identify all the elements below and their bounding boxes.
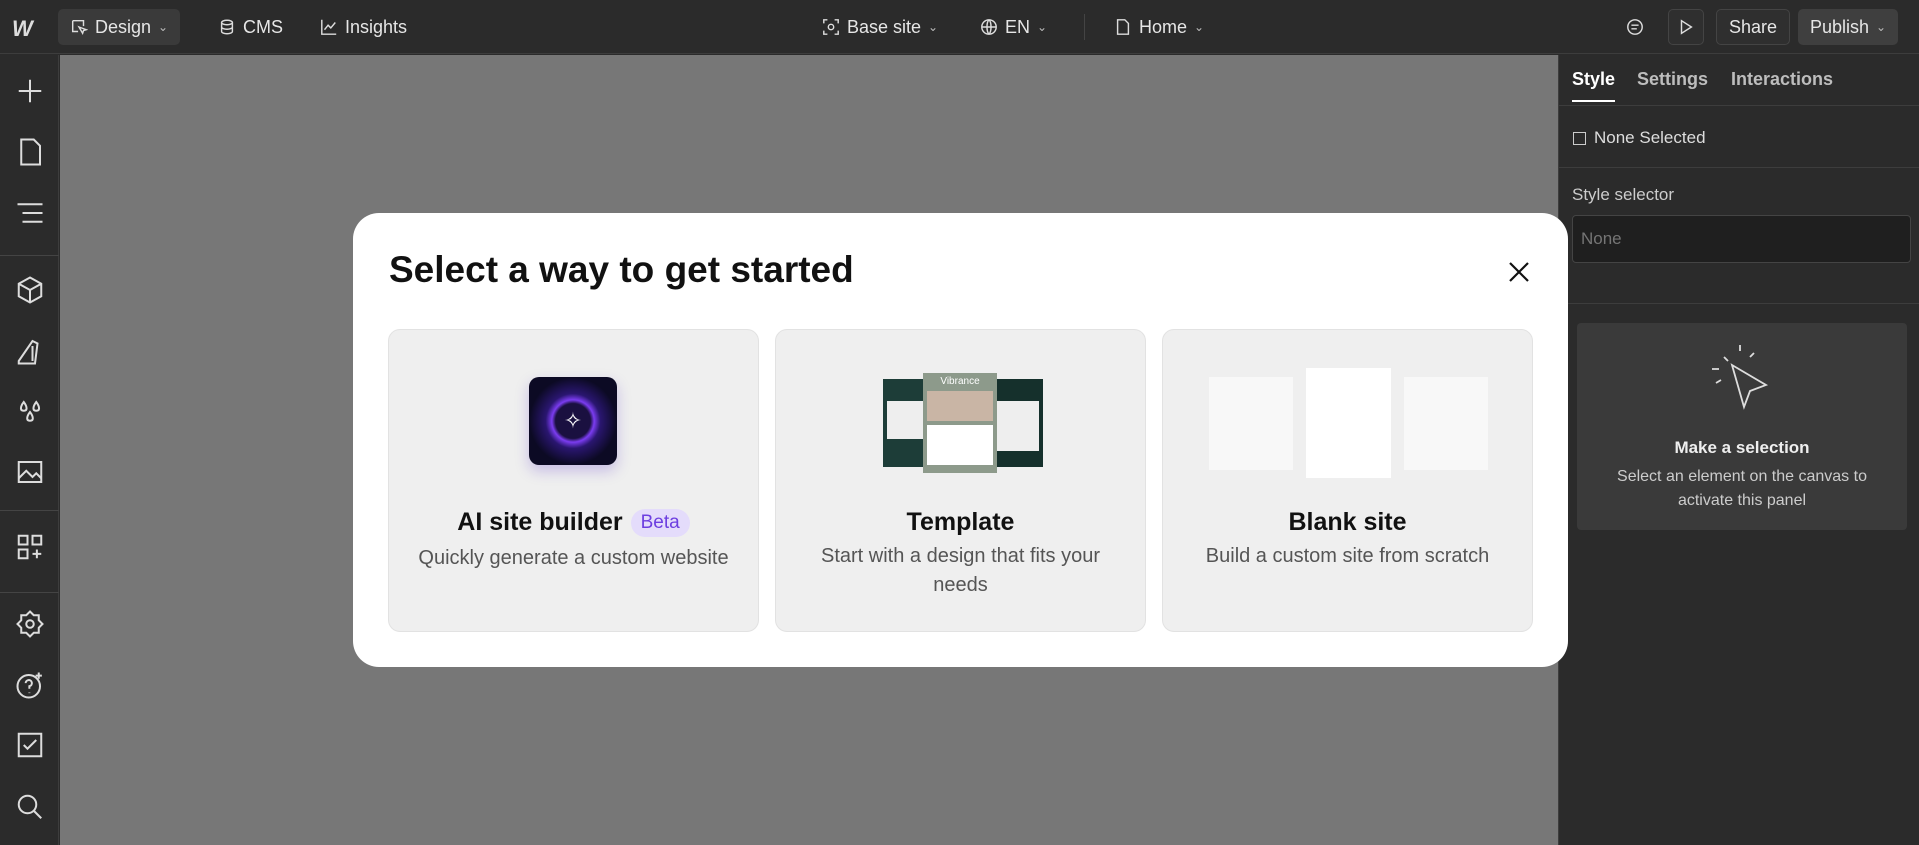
settings-icon[interactable] bbox=[14, 608, 46, 640]
ai-site-builder-card[interactable]: ✧ AI site builder Beta Quickly generate a… bbox=[388, 329, 759, 632]
card-description: Quickly generate a custom website bbox=[418, 547, 729, 569]
selection-indicator: None Selected bbox=[1573, 128, 1706, 148]
design-mode-button[interactable]: Design ⌄ bbox=[58, 9, 181, 45]
divider bbox=[0, 592, 59, 593]
divider bbox=[1559, 303, 1919, 304]
checklist-icon[interactable] bbox=[14, 729, 46, 761]
template-thumbnails: Vibrance bbox=[883, 373, 1043, 473]
pages-icon[interactable] bbox=[14, 136, 46, 168]
globe-icon bbox=[981, 19, 997, 35]
blank-page-illustration bbox=[1306, 368, 1391, 478]
divider bbox=[0, 510, 59, 511]
card-title: AI site builder bbox=[457, 508, 623, 536]
get-started-modal: Select a way to get started ✧ AI site bu… bbox=[353, 213, 1568, 667]
navigator-icon[interactable] bbox=[14, 197, 46, 229]
add-icon[interactable] bbox=[14, 75, 46, 107]
locale-dropdown[interactable]: EN ⌄ bbox=[968, 9, 1059, 45]
divider bbox=[1559, 167, 1919, 168]
blank-site-card[interactable]: Blank site Build a custom site from scra… bbox=[1162, 329, 1533, 632]
divider bbox=[1559, 105, 1919, 106]
modal-title: Select a way to get started bbox=[389, 249, 854, 290]
webflow-logo-icon[interactable]: W bbox=[12, 16, 33, 42]
selection-title: Make a selection bbox=[1674, 438, 1810, 457]
breakpoint-icon bbox=[823, 19, 839, 35]
tab-style[interactable]: Style bbox=[1572, 69, 1616, 102]
variables-icon[interactable] bbox=[14, 396, 46, 428]
base-site-dropdown[interactable]: Base site ⌄ bbox=[810, 9, 950, 45]
template-thumb-title: Vibrance bbox=[940, 376, 980, 387]
chevron-down-icon: ⌄ bbox=[1876, 20, 1887, 34]
publish-button[interactable]: Publish ⌄ bbox=[1798, 9, 1899, 45]
page-icon bbox=[1116, 19, 1130, 35]
help-icon[interactable] bbox=[14, 669, 46, 701]
ai-sparkle-icon: ✧ bbox=[529, 377, 617, 465]
design-label: Design bbox=[95, 16, 152, 37]
insights-button[interactable]: Insights bbox=[308, 9, 419, 45]
chevron-down-icon: ⌄ bbox=[1194, 20, 1205, 34]
divider bbox=[0, 255, 59, 256]
preview-button[interactable] bbox=[1668, 9, 1704, 45]
checkbox-icon bbox=[1573, 131, 1586, 145]
cursor-click-icon bbox=[1712, 345, 1769, 410]
blank-page-illustration bbox=[1404, 377, 1488, 470]
card-description: Start with a design that fits your needs bbox=[820, 545, 1101, 596]
tab-settings[interactable]: Settings bbox=[1637, 69, 1708, 100]
left-toolbar bbox=[0, 55, 59, 845]
card-title: Blank site bbox=[1288, 508, 1407, 536]
page-label: Home bbox=[1139, 16, 1188, 37]
play-icon bbox=[1680, 19, 1693, 35]
card-description: Build a custom site from scratch bbox=[1205, 545, 1490, 567]
template-card[interactable]: Vibrance Template Start with a design th… bbox=[775, 329, 1146, 632]
blank-page-illustration bbox=[1209, 377, 1293, 470]
page-dropdown[interactable]: Home ⌄ bbox=[1102, 9, 1216, 45]
style-selector-input[interactable] bbox=[1572, 215, 1911, 263]
beta-badge: Beta bbox=[630, 508, 690, 537]
style-panel: Style Settings Interactions None Selecte… bbox=[1558, 55, 1919, 845]
chart-icon bbox=[321, 19, 337, 35]
close-icon[interactable] bbox=[1505, 258, 1533, 286]
share-label: Share bbox=[1729, 16, 1778, 37]
comment-icon bbox=[1627, 19, 1643, 35]
comments-button[interactable] bbox=[1622, 9, 1648, 45]
database-icon bbox=[220, 19, 234, 35]
search-icon[interactable] bbox=[14, 791, 46, 823]
top-bar: W Design ⌄ CMS Insights Base site ⌄ EN ⌄ Ho… bbox=[0, 0, 1919, 54]
style-selector-label: Style selector bbox=[1572, 185, 1675, 204]
chevron-down-icon: ⌄ bbox=[1037, 20, 1048, 34]
none-selected-label: None Selected bbox=[1594, 128, 1706, 147]
style-manager-icon[interactable] bbox=[14, 335, 46, 367]
publish-label: Publish bbox=[1810, 16, 1870, 37]
assets-icon[interactable] bbox=[14, 456, 46, 488]
share-button[interactable]: Share bbox=[1716, 9, 1791, 45]
chevron-down-icon: ⌄ bbox=[158, 20, 169, 34]
divider bbox=[1084, 14, 1085, 40]
cms-label: CMS bbox=[243, 16, 283, 37]
empty-selection-card: Make a selection Select an element on th… bbox=[1577, 323, 1907, 530]
base-site-label: Base site bbox=[847, 16, 922, 37]
tab-interactions[interactable]: Interactions bbox=[1731, 69, 1833, 100]
selection-description: Select an element on the canvas to activ… bbox=[1617, 468, 1867, 509]
apps-icon[interactable] bbox=[14, 531, 46, 563]
chevron-down-icon: ⌄ bbox=[928, 20, 939, 34]
card-title: Template bbox=[906, 508, 1015, 536]
cursor-icon bbox=[71, 19, 88, 36]
cms-button[interactable]: CMS bbox=[206, 9, 295, 45]
components-icon[interactable] bbox=[14, 274, 46, 306]
insights-label: Insights bbox=[345, 16, 408, 37]
locale-label: EN bbox=[1005, 16, 1031, 37]
